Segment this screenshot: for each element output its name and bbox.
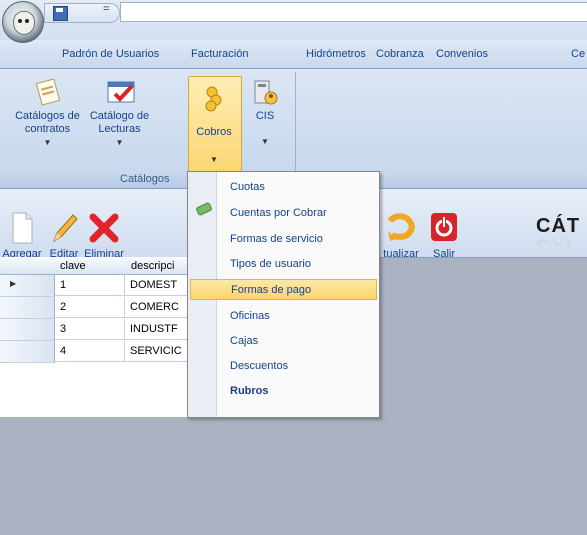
- menu-item-formas-de-servicio[interactable]: Formas de servicio: [190, 229, 377, 250]
- row-header[interactable]: [0, 297, 55, 319]
- tab-ce[interactable]: Ce: [571, 48, 585, 60]
- salir-button[interactable]: Salir: [422, 211, 466, 260]
- ribbon-label: contratos: [24, 123, 71, 135]
- application-window: = Padrón de Usuarios Facturación Hidróme…: [0, 0, 587, 535]
- grid-header: clave descripci: [0, 258, 188, 275]
- refresh-icon: [387, 213, 416, 241]
- column-header-clave[interactable]: clave: [60, 260, 86, 272]
- eliminar-button[interactable]: Eliminar: [82, 211, 126, 260]
- cis-icon: [250, 78, 280, 106]
- dropdown-arrow-icon: ▼: [210, 155, 218, 164]
- quick-access-toolbar: =: [44, 3, 120, 23]
- table-cell-clave[interactable]: 3: [55, 319, 125, 340]
- cobros-dropdown-menu: Cuotas Cuentas por Cobrar Formas de serv…: [187, 171, 380, 418]
- ribbon-tabs: Padrón de Usuarios Facturación Hidrómetr…: [0, 40, 587, 69]
- dropdown-arrow-icon: ▼: [115, 138, 124, 147]
- cis-button[interactable]: CIS ▼: [241, 78, 289, 148]
- tab-facturacion[interactable]: Facturación: [191, 48, 248, 60]
- group-label-catalogos: Catálogos: [120, 173, 170, 185]
- delete-x-icon: [89, 213, 119, 243]
- actualizar-button[interactable]: tualizar: [379, 211, 423, 260]
- tab-cobranza[interactable]: Cobranza: [376, 48, 424, 60]
- column-header-descripcion[interactable]: descripci: [131, 260, 174, 272]
- table-cell-descripcion[interactable]: DOMEST: [125, 275, 188, 296]
- menu-item-oficinas[interactable]: Oficinas: [190, 306, 377, 327]
- ribbon-label: CIS: [255, 110, 275, 122]
- menu-item-cuentas-por-cobrar[interactable]: Cuentas por Cobrar: [190, 203, 377, 224]
- current-row-arrow-icon: ▶: [10, 279, 17, 288]
- table-cell-clave[interactable]: 1: [55, 275, 125, 296]
- readings-icon: [105, 78, 135, 106]
- ribbon-label: Lecturas: [98, 123, 141, 135]
- menu-item-formas-de-pago[interactable]: Formas de pago: [190, 279, 377, 300]
- pencil-icon: [53, 214, 78, 243]
- catalogo-lecturas-button[interactable]: Catálogo de Lecturas ▼: [82, 78, 157, 149]
- form-title: CÁT: [536, 215, 581, 237]
- form-title-partial: CYI: [536, 236, 572, 246]
- toolbar-label: Salir: [432, 248, 455, 260]
- menu-item-tipos-de-usuario[interactable]: Tipos de usuario: [190, 254, 377, 275]
- row-header[interactable]: ▶: [0, 275, 55, 297]
- save-icon[interactable]: [53, 6, 68, 21]
- cobros-button[interactable]: Cobros ▼: [188, 84, 240, 166]
- toolbar-label: tualizar: [383, 248, 419, 260]
- tab-hidrometros[interactable]: Hidrómetros: [306, 48, 366, 60]
- table-cell-clave[interactable]: 4: [55, 341, 125, 362]
- tab-convenios[interactable]: Convenios: [436, 48, 488, 60]
- logo-eye-icon: [25, 19, 29, 23]
- menu-item-rubros[interactable]: Rubros: [190, 381, 377, 402]
- new-document-icon: [12, 212, 33, 244]
- editar-button[interactable]: Editar: [44, 211, 84, 260]
- power-icon: [431, 213, 457, 241]
- menu-item-cajas[interactable]: Cajas: [190, 331, 377, 352]
- dropdown-arrow-icon: ▼: [261, 137, 269, 146]
- coins-icon: [199, 84, 229, 112]
- catalogos-contratos-button[interactable]: Catálogos de contratos ▼: [10, 78, 85, 149]
- contracts-icon: [33, 78, 63, 106]
- agregar-button[interactable]: Agregar: [0, 211, 44, 260]
- ribbon-label: Catálogo de: [89, 110, 150, 122]
- row-header[interactable]: [0, 341, 55, 363]
- ribbon-label: Cobros: [196, 126, 232, 138]
- menu-item-cuotas[interactable]: Cuotas: [190, 177, 377, 198]
- ribbon-label: Catálogos de: [15, 110, 80, 122]
- table-cell-descripcion[interactable]: COMERC: [125, 297, 188, 318]
- app-logo-button[interactable]: [2, 1, 44, 43]
- menu-item-descuentos[interactable]: Descuentos: [190, 356, 377, 377]
- qat-dropdown-icon[interactable]: =: [103, 3, 109, 15]
- logo-eye-icon: [18, 19, 22, 23]
- logo-face-icon: [13, 11, 35, 35]
- dropdown-arrow-icon: ▼: [43, 138, 52, 147]
- table-cell-descripcion[interactable]: INDUSTF: [125, 319, 188, 340]
- tab-padron-usuarios[interactable]: Padrón de Usuarios: [62, 48, 159, 60]
- table-cell-descripcion[interactable]: SERVICIC: [125, 341, 188, 362]
- table-cell-clave[interactable]: 2: [55, 297, 125, 318]
- title-field: [120, 2, 587, 22]
- row-header[interactable]: [0, 319, 55, 341]
